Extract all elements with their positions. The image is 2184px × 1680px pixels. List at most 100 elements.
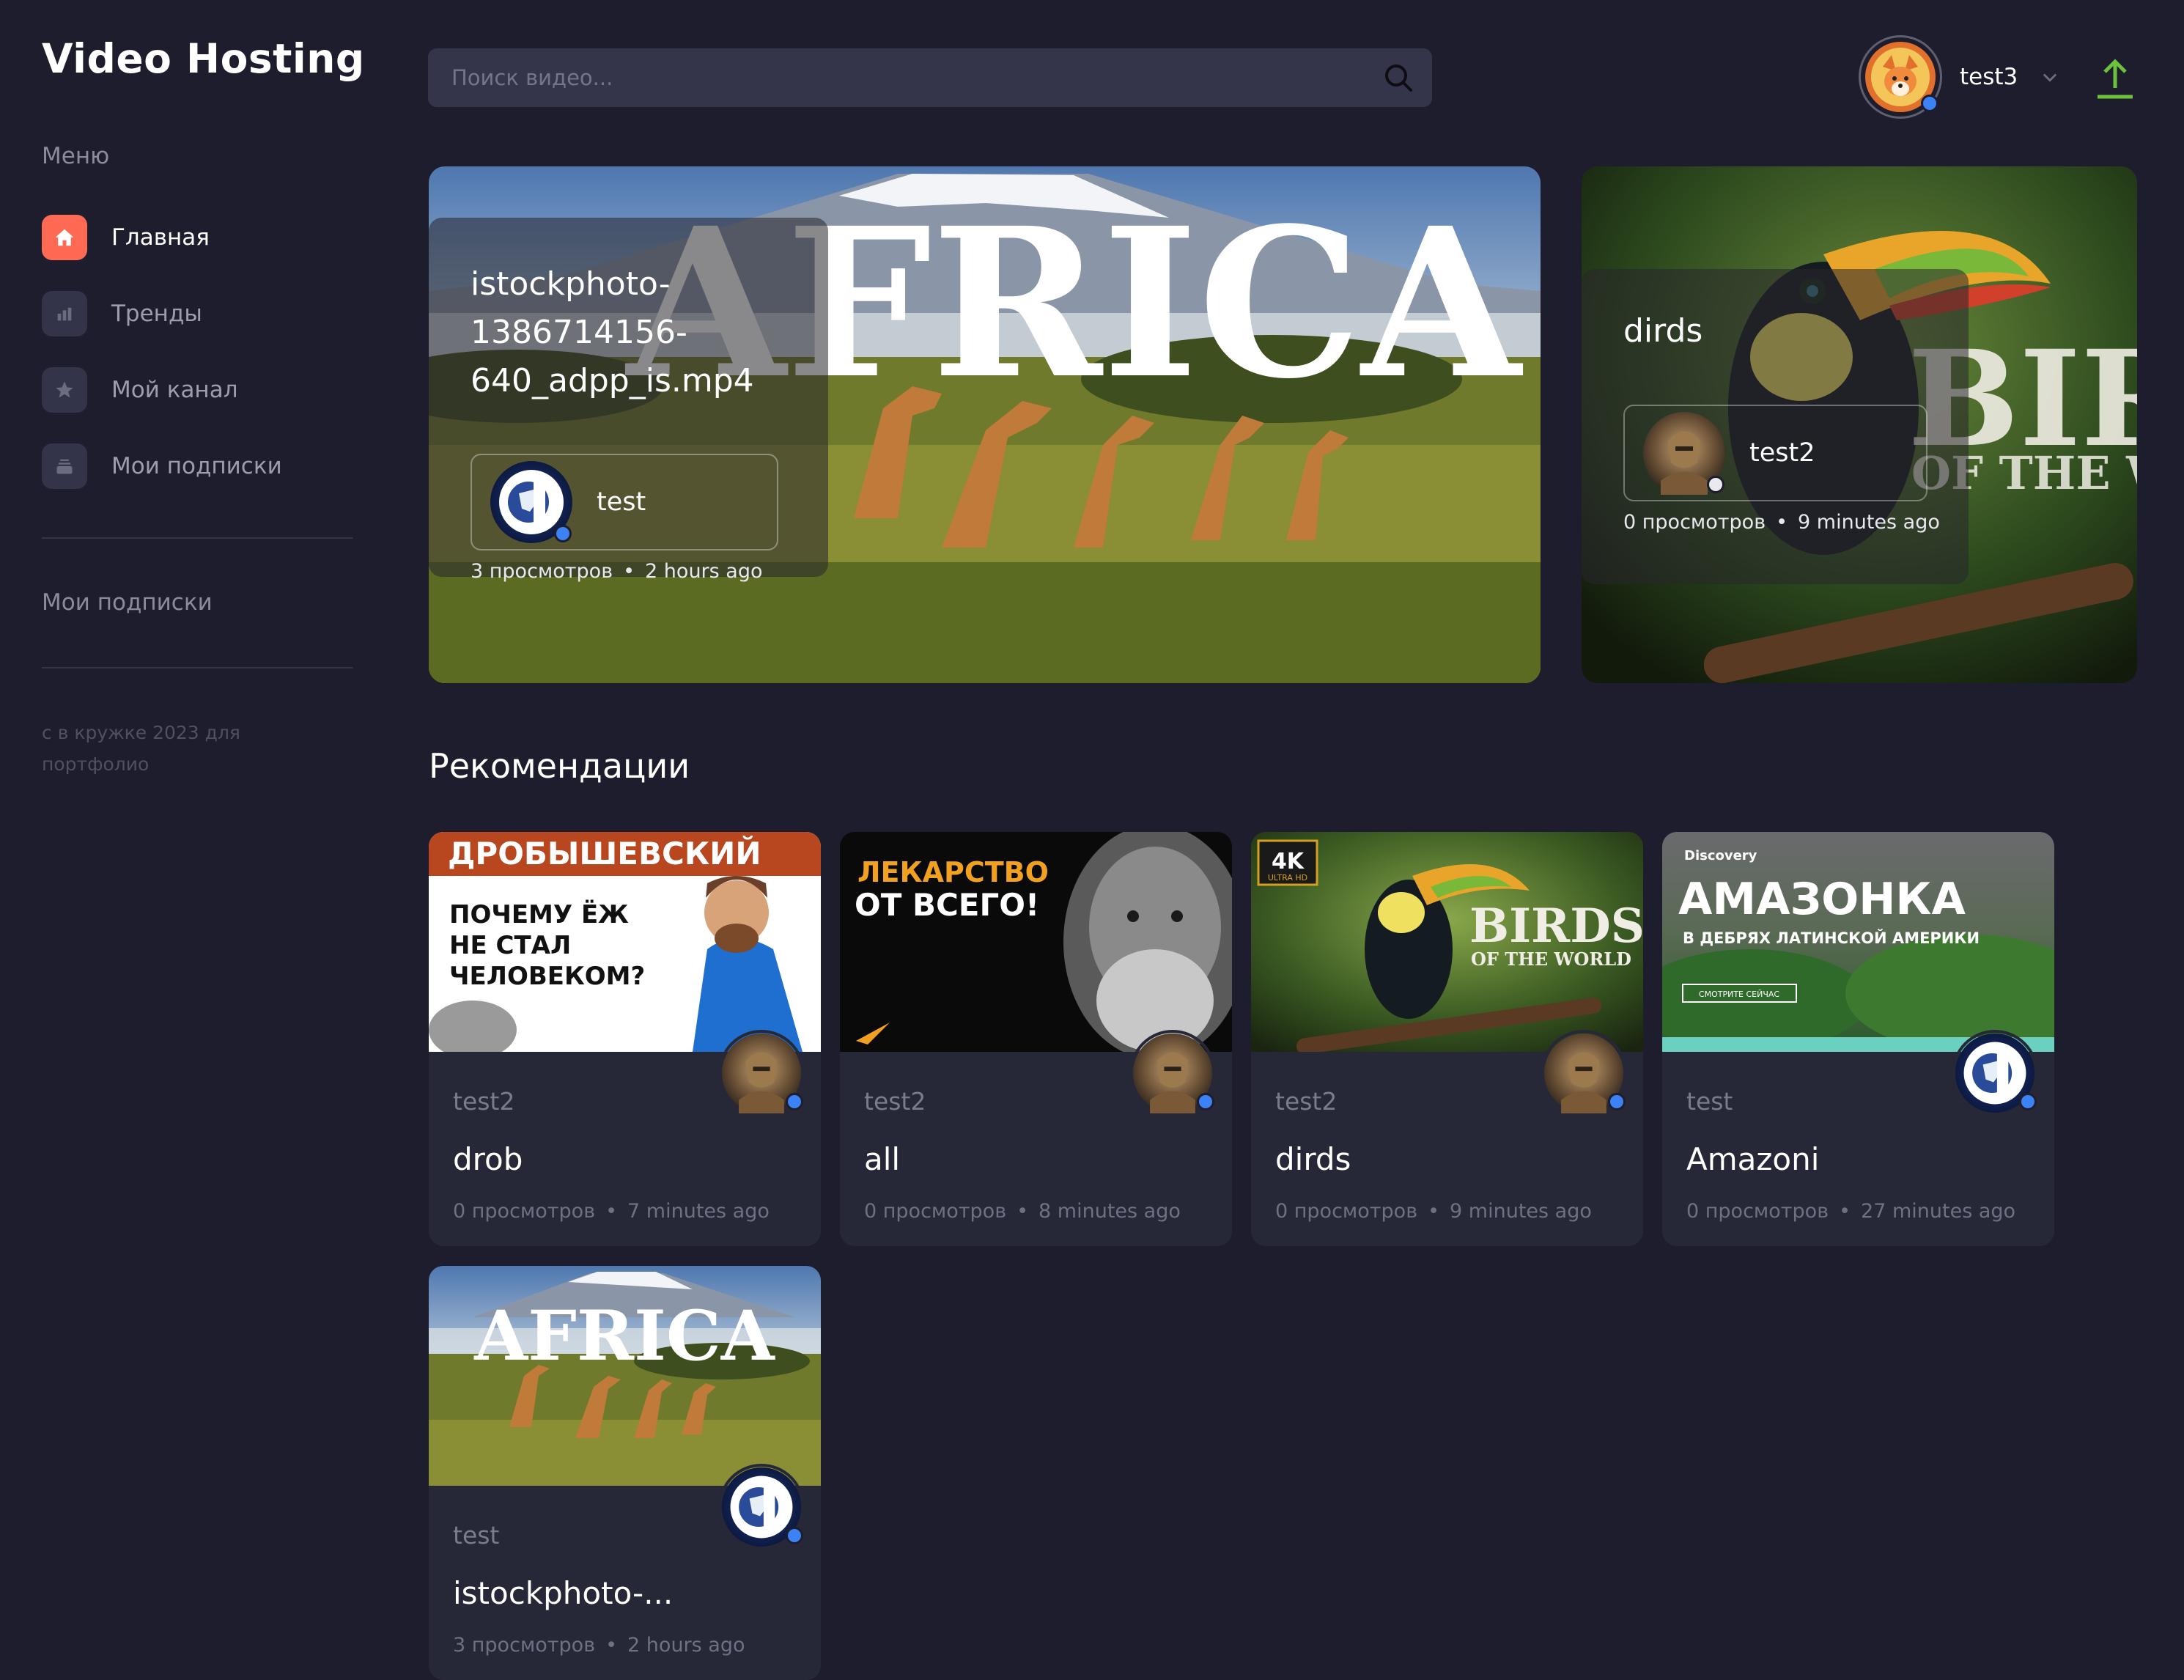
upload-time: 7 minutes ago [627, 1200, 770, 1223]
channel-avatar[interactable] [1541, 1030, 1627, 1116]
featured-video-card[interactable]: AFRICA istockphoto-1386714156-640_adpp_i… [429, 166, 1541, 683]
thumbnail-image: ЛЕКАРСТВО ОТ ВСЕГО! [840, 832, 1232, 1052]
sidebar-item-my-channel[interactable]: Мой канал [42, 366, 282, 413]
video-title[interactable]: Amazoni [1686, 1141, 1819, 1177]
upload-time: 2 hours ago [627, 1634, 745, 1657]
search-icon[interactable] [1381, 60, 1416, 95]
channel-avatar[interactable] [1129, 1030, 1216, 1116]
thumbnail-text: ЧЕЛОВЕКОМ? [449, 962, 645, 991]
author-name: test2 [1749, 438, 1815, 468]
video-meta: 0 просмотров • 8 minutes ago [864, 1200, 1181, 1223]
view-count: 0 просмотров [1275, 1200, 1418, 1223]
hero-author-chip[interactable]: test [471, 454, 778, 550]
verified-badge [2019, 1093, 2037, 1110]
thumbnail-text: В ДЕБРЯХ ЛАТИНСКОЙ АМЕРИКИ [1683, 929, 1980, 947]
verified-badge [1608, 1093, 1626, 1110]
sidebar: Video Hosting Меню Главная Тренды Мой ка… [0, 0, 396, 1680]
view-count: 0 просмотров [453, 1200, 596, 1223]
subscriptions-heading: Мои подписки [42, 589, 213, 616]
search-bar [428, 48, 1432, 107]
app-logo[interactable]: Video Hosting [42, 35, 365, 82]
meta-separator: • [1776, 511, 1788, 534]
upload-icon[interactable] [2095, 57, 2136, 101]
thumbnail-image: ДРОБЫШЕВСКИЙ ПОЧЕМУ ЁЖ НЕ СТАЛ ЧЕЛОВЕКОМ… [429, 832, 821, 1052]
video-title[interactable]: istockphoto-... [453, 1575, 673, 1611]
video-title[interactable]: dirds [1275, 1141, 1351, 1177]
video-card[interactable]: Discovery АМАЗОНКА В ДЕБРЯХ ЛАТИНСКОЙ АМ… [1662, 832, 2054, 1246]
hero-author-chip[interactable]: test2 [1623, 405, 1927, 501]
thumbnail-text: Discovery [1684, 848, 1757, 863]
video-meta: 0 просмотров • 9 minutes ago [1275, 1200, 1592, 1223]
star-icon [42, 367, 87, 413]
thumbnail-text: ULTRA HD [1268, 873, 1307, 883]
verified-badge [786, 1527, 803, 1544]
sidebar-item-subscriptions[interactable]: Мои подписки [42, 443, 282, 490]
view-count: 0 просмотров [864, 1200, 1007, 1223]
thumbnail-text: ПОЧЕМУ ЁЖ [449, 899, 629, 929]
verified-badge [1707, 476, 1724, 493]
channel-name[interactable]: test [1686, 1087, 1733, 1116]
video-thumbnail: ЛЕКАРСТВО ОТ ВСЕГО! [840, 832, 1232, 1052]
upload-time: 9 minutes ago [1798, 511, 1940, 534]
view-count: 3 просмотров [453, 1634, 596, 1657]
recommendations-heading: Рекомендации [429, 746, 690, 786]
author-name: test [597, 487, 646, 517]
video-card[interactable]: 4K ULTRA HD BIRDS OF THE WORLD test2 dir… [1251, 832, 1643, 1246]
upload-time: 8 minutes ago [1038, 1200, 1181, 1223]
video-meta: 0 просмотров • 7 minutes ago [453, 1200, 770, 1223]
video-thumbnail: Discovery АМАЗОНКА В ДЕБРЯХ ЛАТИНСКОЙ АМ… [1662, 832, 2054, 1052]
thumbnail-text: AFRICA [473, 1296, 775, 1377]
thumbnail-text: АМАЗОНКА [1678, 874, 1966, 925]
featured-video-card[interactable]: BIR OF THE W dirds test2 0 просмотров•9 … [1582, 166, 2137, 683]
video-card[interactable]: AFRICA test istockphoto-... 3 просмотров… [429, 1266, 821, 1680]
video-title[interactable]: drob [453, 1141, 523, 1177]
view-count: 0 просмотров [1623, 511, 1766, 534]
video-card[interactable]: ЛЕКАРСТВО ОТ ВСЕГО! test2 all 0 просмотр… [840, 832, 1232, 1246]
sidebar-item-label: Мой канал [111, 377, 238, 403]
channel-name[interactable]: test2 [1275, 1087, 1337, 1116]
chevron-down-icon [2043, 73, 2057, 82]
sidebar-item-trends[interactable]: Тренды [42, 290, 282, 337]
meta-separator: • [1428, 1200, 1440, 1223]
channel-name[interactable]: test2 [453, 1087, 514, 1116]
home-icon [42, 215, 87, 260]
video-title[interactable]: all [864, 1141, 900, 1177]
sidebar-item-home[interactable]: Главная [42, 214, 282, 261]
meta-separator: • [1839, 1200, 1851, 1223]
subscriptions-icon [42, 443, 87, 489]
channel-name[interactable]: test2 [864, 1087, 926, 1116]
hero-meta: 3 просмотров • 2 hours ago [471, 560, 763, 583]
video-card[interactable]: ДРОБЫШЕВСКИЙ ПОЧЕМУ ЁЖ НЕ СТАЛ ЧЕЛОВЕКОМ… [429, 832, 821, 1246]
upload-time: 2 hours ago [645, 560, 763, 583]
verified-badge [1921, 95, 1938, 112]
thumbnail-image: 4K ULTRA HD BIRDS OF THE WORLD [1251, 832, 1643, 1052]
channel-avatar[interactable] [1952, 1030, 2038, 1116]
search-input[interactable] [451, 48, 1353, 107]
user-name: test3 [1960, 64, 2018, 90]
chart-icon [42, 291, 87, 336]
video-thumbnail: AFRICA [429, 1266, 821, 1486]
channel-avatar[interactable] [718, 1030, 805, 1116]
thumbnail-image: AFRICA [429, 1266, 821, 1486]
footer-note: с в кружке 2023 для портфолио [42, 722, 240, 775]
view-count: 0 просмотров [1686, 1200, 1829, 1223]
sidebar-item-label: Главная [111, 224, 210, 251]
thumbnail-text: 4K [1272, 849, 1305, 874]
view-count: 3 просмотров [471, 560, 613, 583]
author-avatar [1642, 411, 1726, 495]
video-thumbnail: 4K ULTRA HD BIRDS OF THE WORLD [1251, 832, 1643, 1052]
sidebar-item-label: Тренды [111, 301, 202, 327]
user-menu[interactable]: test3 [1859, 35, 2060, 119]
thumbnail-text: ОТ ВСЕГО! [855, 887, 1039, 923]
thumbnail-text: СМОТРИТЕ СЕЙЧАС [1699, 990, 1780, 999]
channel-name[interactable]: test [453, 1521, 499, 1550]
thumbnail-text: ЛЕКАРСТВО [857, 856, 1049, 888]
video-meta: 3 просмотров • 2 hours ago [453, 1634, 745, 1657]
user-avatar[interactable] [1859, 35, 1942, 119]
hero-video-title[interactable]: istockphoto-1386714156-640_adpp_is.mp4 [471, 260, 808, 405]
sidebar-nav: Главная Тренды Мой канал Мои подписки [42, 214, 282, 519]
thumbnail-text: НЕ СТАЛ [449, 931, 571, 960]
hero-video-title[interactable]: dirds [1623, 307, 1702, 355]
channel-avatar[interactable] [718, 1464, 805, 1550]
hero-meta: 0 просмотров • 9 minutes ago [1623, 511, 1940, 534]
